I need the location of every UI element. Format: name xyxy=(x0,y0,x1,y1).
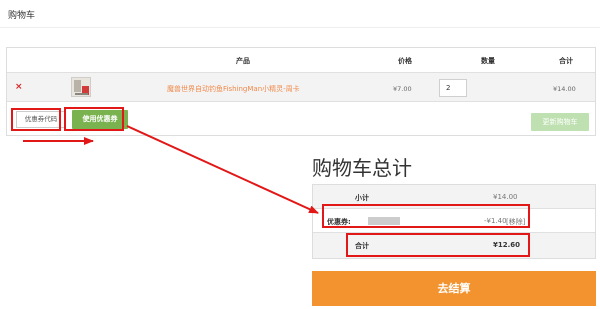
product-thumbnail[interactable] xyxy=(71,77,91,97)
thumbnail-base xyxy=(75,93,88,95)
quantity-input[interactable] xyxy=(439,79,467,97)
header-quantity: 数量 xyxy=(481,57,495,65)
coupon-code-input[interactable]: 优惠券代码 xyxy=(16,111,66,128)
cart-totals-table: 小计 ¥14.00 优惠券: -¥1.40 [移除] 合计 ¥12.60 xyxy=(312,184,596,259)
page-title: 购物车 xyxy=(8,11,36,21)
subtotal-value: ¥14.00 xyxy=(493,193,518,201)
line-total: ¥14.00 xyxy=(553,85,576,93)
subtotal-row: 小计 ¥14.00 xyxy=(313,185,595,209)
header-total: 合计 xyxy=(559,57,573,65)
checkout-button[interactable]: 去结算 xyxy=(312,271,596,306)
remove-coupon-link[interactable]: [移除] xyxy=(506,217,525,227)
product-price: ¥7.00 xyxy=(393,85,412,93)
product-name-link[interactable]: 魔兽世界自动钓鱼FishingMan小精灵-周卡 xyxy=(167,84,300,94)
update-cart-button[interactable]: 更新购物车 xyxy=(531,113,589,131)
arrow-to-coupon-row xyxy=(126,125,319,214)
apply-coupon-button[interactable]: 使用优惠券 xyxy=(72,110,128,129)
title-divider xyxy=(0,27,600,28)
cart-table-header: 产品 价格 数量 合计 xyxy=(7,48,595,72)
header-product: 产品 xyxy=(236,57,250,65)
subtotal-label: 小计 xyxy=(355,194,369,202)
coupon-row: 优惠券: -¥1.40 [移除] xyxy=(313,209,595,233)
remove-item-icon[interactable]: × xyxy=(15,81,25,93)
header-price: 价格 xyxy=(398,57,412,65)
cart-totals-title: 购物车总计 xyxy=(312,156,412,180)
order-total-value: ¥12.60 xyxy=(493,241,521,249)
cart-table: 产品 价格 数量 合计 × 魔兽世界自动钓鱼FishingMan小精灵-周卡 ¥… xyxy=(6,47,596,136)
order-total-row: 合计 ¥12.60 xyxy=(313,233,595,258)
table-row xyxy=(7,72,595,102)
thumbnail-figure xyxy=(74,80,81,92)
coupon-amount: -¥1.40 xyxy=(484,217,507,225)
order-total-label: 合计 xyxy=(355,242,369,250)
coupon-label: 优惠券: xyxy=(327,218,351,226)
coupon-code-masked xyxy=(368,217,400,225)
